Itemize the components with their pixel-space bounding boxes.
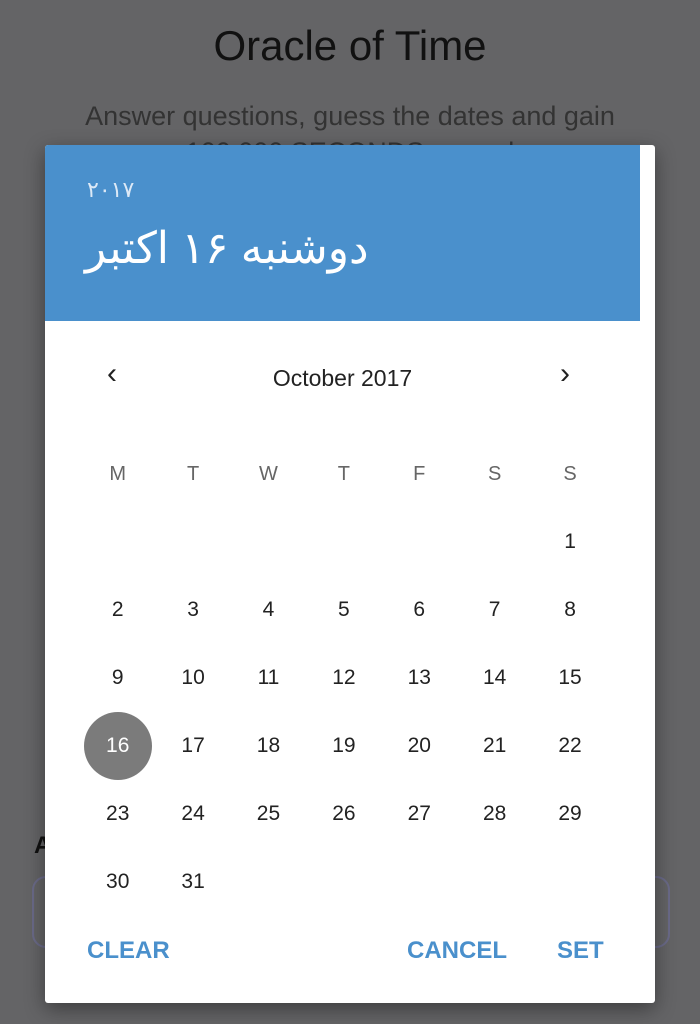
day-cell[interactable]: 17 xyxy=(155,712,230,780)
weekday-label: M xyxy=(109,463,127,485)
empty-cell xyxy=(457,848,532,916)
day-number: 2 xyxy=(111,598,124,621)
day-number: 1 xyxy=(564,530,576,553)
empty-cell xyxy=(306,508,381,576)
day-cell[interactable]: 14 xyxy=(457,644,532,712)
day-cell[interactable]: 1 xyxy=(532,508,607,576)
day-number: 13 xyxy=(407,666,431,689)
day-cell[interactable]: 28 xyxy=(457,780,532,848)
day-cell[interactable]: 8 xyxy=(532,576,607,644)
day-number: 6 xyxy=(413,598,426,621)
date-picker-dialog: ۲۰۱۷ دوشنبه ۱۶ اکتبر ‹ October 2017 › MT… xyxy=(45,145,655,1003)
day-cell[interactable]: 15 xyxy=(532,644,607,712)
day-number: 5 xyxy=(338,598,350,621)
week-row: 30 31 xyxy=(80,848,608,916)
weekday-label: W xyxy=(259,463,278,485)
weekday-label: S xyxy=(487,463,502,485)
day-number: 7 xyxy=(488,598,501,621)
weekday-row: MTWTFSS xyxy=(80,440,608,508)
week-row: 9 10 11 12 13 14 15 xyxy=(80,644,608,712)
day-number: 8 xyxy=(564,598,576,621)
day-number: 14 xyxy=(482,666,507,689)
day-cell[interactable]: 31 xyxy=(155,848,230,916)
day-number: 26 xyxy=(332,802,356,825)
chevron-right-icon[interactable]: › xyxy=(560,357,570,391)
weekday-label: T xyxy=(337,463,350,485)
day-number: 29 xyxy=(558,802,582,825)
day-number: 3 xyxy=(187,598,199,621)
day-cell[interactable]: 29 xyxy=(532,780,607,848)
day-cell[interactable]: 12 xyxy=(306,644,381,712)
empty-cell xyxy=(155,508,230,576)
clear-button[interactable]: CLEAR xyxy=(87,937,170,965)
page-title: Oracle of Time xyxy=(213,22,487,69)
set-button[interactable]: SET xyxy=(557,937,604,965)
day-number: 27 xyxy=(407,802,431,825)
day-cell[interactable]: 22 xyxy=(532,712,607,780)
day-number: 18 xyxy=(256,734,281,757)
day-cell[interactable]: 24 xyxy=(155,780,230,848)
day-cell[interactable]: 5 xyxy=(306,576,381,644)
day-number: 28 xyxy=(482,802,507,825)
day-cell[interactable]: 18 xyxy=(231,712,306,780)
day-cell[interactable]: 6 xyxy=(382,576,457,644)
date-picker-header: ۲۰۱۷ دوشنبه ۱۶ اکتبر xyxy=(45,145,640,321)
week-row: 16 17 18 19 20 21 22 xyxy=(80,712,608,780)
day-number: 4 xyxy=(262,598,275,621)
day-cell[interactable]: 27 xyxy=(382,780,457,848)
day-number: 12 xyxy=(332,666,356,689)
selected-date: دوشنبه ۱۶ اکتبر xyxy=(85,224,369,273)
empty-cell xyxy=(231,848,306,916)
week-row: 2 3 4 5 6 7 8 xyxy=(80,576,608,644)
day-cell[interactable]: 23 xyxy=(80,780,155,848)
calendar-grid: M T W T F S S 1 2 3 4 5 6 7 8 9 10 11 12 13 14 15 16 17 18 19 20 21… xyxy=(80,440,608,916)
day-cell[interactable]: 21 xyxy=(457,712,532,780)
weekday-label: F xyxy=(413,463,426,485)
weekday-label: T xyxy=(186,463,200,485)
day-cell[interactable]: 4 xyxy=(231,576,306,644)
day-cell[interactable]: 7 xyxy=(457,576,532,644)
day-number: 25 xyxy=(256,802,281,825)
day-number: 31 xyxy=(181,870,205,893)
day-number: 19 xyxy=(332,734,356,757)
day-number: 22 xyxy=(558,734,582,757)
month-label: October 2017 xyxy=(272,365,413,391)
day-cell[interactable]: 9 xyxy=(80,644,155,712)
day-number: 30 xyxy=(106,870,130,893)
selected-year[interactable]: ۲۰۱۷ xyxy=(87,177,134,203)
day-cell[interactable]: 30 xyxy=(80,848,155,916)
empty-cell xyxy=(306,848,381,916)
day-cell[interactable]: 26 xyxy=(306,780,381,848)
day-cell[interactable]: 13 xyxy=(382,644,457,712)
day-number: 9 xyxy=(111,666,124,689)
day-number: 24 xyxy=(181,802,205,825)
empty-cell xyxy=(457,508,532,576)
empty-cell xyxy=(382,508,457,576)
day-cell[interactable]: 10 xyxy=(155,644,230,712)
day-cell[interactable]: 25 xyxy=(231,780,306,848)
empty-cell xyxy=(532,848,607,916)
week-row: 23 24 25 26 27 28 29 xyxy=(80,780,608,848)
day-number: 15 xyxy=(558,666,582,689)
day-number: 20 xyxy=(407,734,431,757)
cancel-button[interactable]: CANCEL xyxy=(407,937,507,965)
empty-cell xyxy=(231,508,306,576)
day-selected[interactable]: 16 xyxy=(80,712,155,780)
day-cell[interactable]: 3 xyxy=(155,576,230,644)
empty-cell xyxy=(80,508,155,576)
empty-cell xyxy=(382,848,457,916)
day-number: 23 xyxy=(106,802,130,825)
day-cell[interactable]: 20 xyxy=(382,712,457,780)
day-number: 11 xyxy=(257,666,280,689)
day-cell[interactable]: 2 xyxy=(80,576,155,644)
day-cell[interactable]: 11 xyxy=(231,644,306,712)
day-number: 17 xyxy=(181,734,205,757)
day-number: 16 xyxy=(106,734,130,757)
weekday-label: S xyxy=(563,463,577,485)
day-cell[interactable]: 19 xyxy=(306,712,381,780)
week-row: 1 xyxy=(80,508,608,576)
day-number: 10 xyxy=(181,666,205,689)
day-number: 21 xyxy=(482,734,507,757)
